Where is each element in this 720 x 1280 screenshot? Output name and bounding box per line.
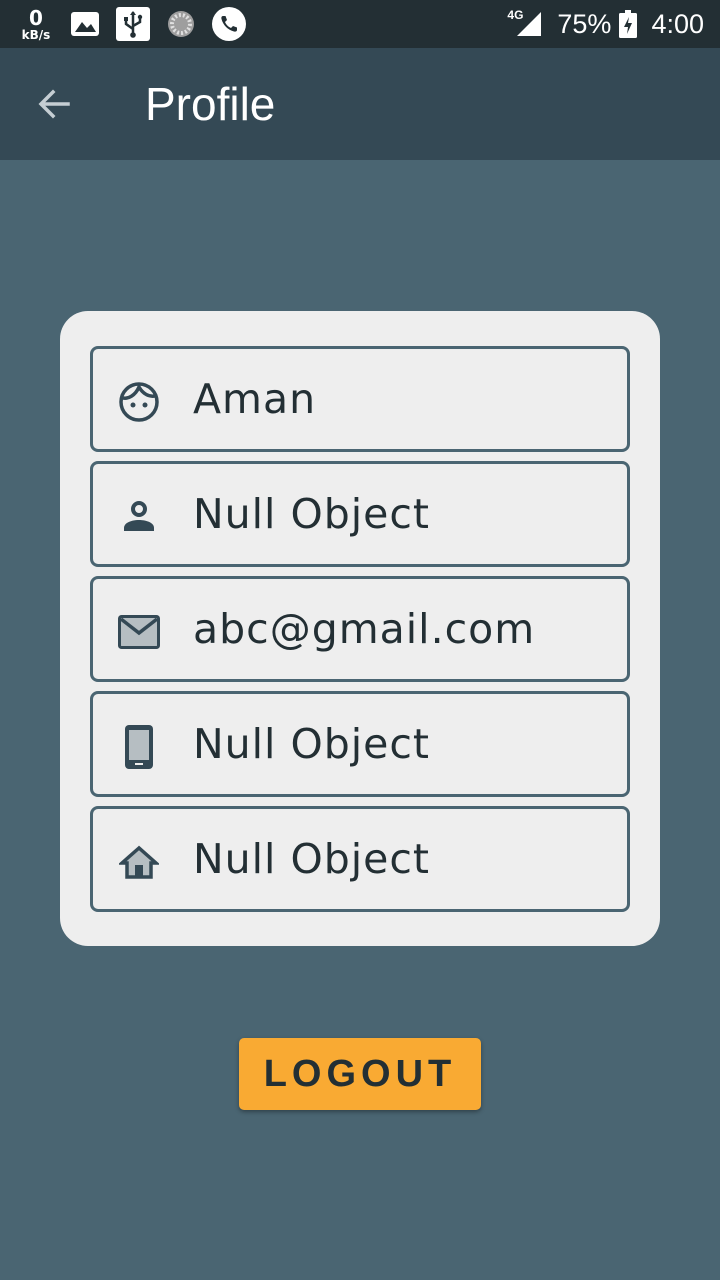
usb-icon (116, 7, 150, 41)
clock: 4:00 (651, 8, 704, 39)
username-field[interactable]: Null Object (90, 461, 630, 567)
net-speed-indicator: 0 kB/s (18, 8, 54, 41)
address-field[interactable]: Null Object (90, 806, 630, 912)
name-field[interactable]: Aman (90, 346, 630, 452)
net-speed-value: 0 (29, 5, 43, 30)
battery-percent: 75% (557, 8, 612, 39)
image-icon (68, 7, 102, 41)
email-icon (117, 610, 161, 654)
face-icon (117, 380, 161, 424)
page-title: Profile (145, 78, 276, 130)
signal-icon: 4G (507, 8, 543, 38)
back-button[interactable] (28, 78, 80, 130)
app-bar: Profile (0, 48, 720, 160)
battery-charging-icon (619, 10, 638, 38)
phone-value: Null Object (193, 720, 431, 768)
net-speed-unit: kB/s (21, 27, 51, 42)
address-value: Null Object (193, 835, 431, 883)
email-value: abc@gmail.com (193, 605, 536, 653)
arrow-back-icon (38, 89, 70, 119)
username-value: Null Object (193, 490, 431, 538)
person-icon (117, 495, 161, 539)
phone-icon (212, 7, 246, 41)
phone-field[interactable]: Null Object (90, 691, 630, 797)
name-value: Aman (193, 375, 317, 423)
status-bar: 0 kB/s 4G 75% 4:00 (0, 0, 720, 48)
email-field[interactable]: abc@gmail.com (90, 576, 630, 682)
phone-android-icon (117, 725, 161, 769)
loading-icon (164, 7, 198, 41)
logout-button[interactable]: LOGOUT (239, 1038, 481, 1110)
home-icon (117, 840, 161, 884)
profile-card: Aman Null Object abc@gmail.com Null Obje… (60, 311, 660, 946)
